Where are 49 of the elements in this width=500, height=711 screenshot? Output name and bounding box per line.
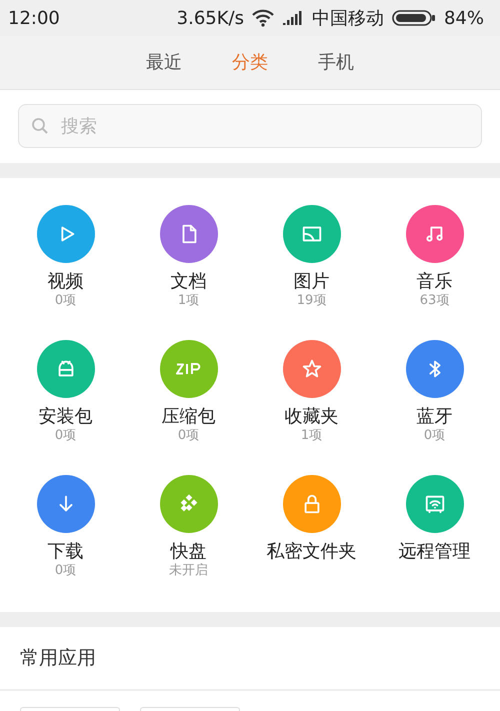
- category-label: 快盘: [170, 541, 206, 563]
- category-item[interactable]: 远程管理: [373, 475, 496, 592]
- signal-icon: [282, 10, 304, 26]
- category-item[interactable]: 音乐 63项: [373, 205, 496, 322]
- zip-icon: [176, 363, 202, 375]
- tab[interactable]: 最近: [146, 49, 182, 76]
- category-label: 图片: [294, 271, 330, 293]
- tab[interactable]: 手机: [318, 49, 354, 76]
- category-count: 0项: [424, 428, 446, 444]
- wifi-icon: [252, 9, 274, 27]
- category-count: 0项: [54, 562, 76, 580]
- battery-percent: 84%: [444, 6, 484, 30]
- section-title: 常用应用: [20, 646, 96, 671]
- carrier-name: 中国移动: [312, 6, 384, 30]
- category-count: 1项: [300, 428, 322, 444]
- category-count: 1项: [178, 292, 200, 310]
- category-label: 蓝牙: [416, 406, 452, 428]
- clock: 12:00: [8, 6, 60, 30]
- category-item[interactable]: 图片 19项: [250, 205, 373, 322]
- category-item[interactable]: 文档 1项: [127, 205, 250, 322]
- category-item[interactable]: 收藏夹 1项: [250, 340, 373, 457]
- search-icon: [31, 117, 49, 135]
- search-field[interactable]: 搜索: [18, 104, 482, 148]
- category-label: 文档: [170, 271, 206, 293]
- category-count: 0项: [178, 428, 200, 444]
- category-item[interactable]: 视频 0项: [4, 205, 127, 322]
- category-count: 0项: [54, 292, 76, 310]
- category-item[interactable]: 快盘 未开启: [127, 475, 250, 592]
- category-count: 0项: [54, 428, 76, 444]
- category-label: 下载: [48, 541, 84, 563]
- category-label: 压缩包: [162, 406, 216, 428]
- network-speed: 3.65K/s: [176, 6, 244, 30]
- category-label: 私密文件夹: [266, 541, 356, 563]
- category-label: 收藏夹: [284, 406, 338, 428]
- category-item[interactable]: 压缩包 0项: [127, 340, 250, 457]
- category-item[interactable]: 下载 0项: [4, 475, 127, 592]
- category-label: 安装包: [38, 406, 92, 428]
- category-item[interactable]: 私密文件夹: [250, 475, 373, 592]
- category-label: 视频: [48, 271, 84, 293]
- star-icon: [300, 358, 322, 380]
- category-count: 63项: [420, 292, 450, 310]
- battery-icon: [392, 10, 436, 26]
- category-label: 远程管理: [398, 541, 470, 563]
- wifi-box-icon: [424, 493, 446, 515]
- category-count: 19项: [296, 292, 326, 310]
- category-item[interactable]: 蓝牙 0项: [373, 340, 496, 457]
- category-count: 未开启: [169, 562, 208, 580]
- category-label: 音乐: [416, 271, 452, 293]
- category-item[interactable]: 安装包 0项: [4, 340, 127, 457]
